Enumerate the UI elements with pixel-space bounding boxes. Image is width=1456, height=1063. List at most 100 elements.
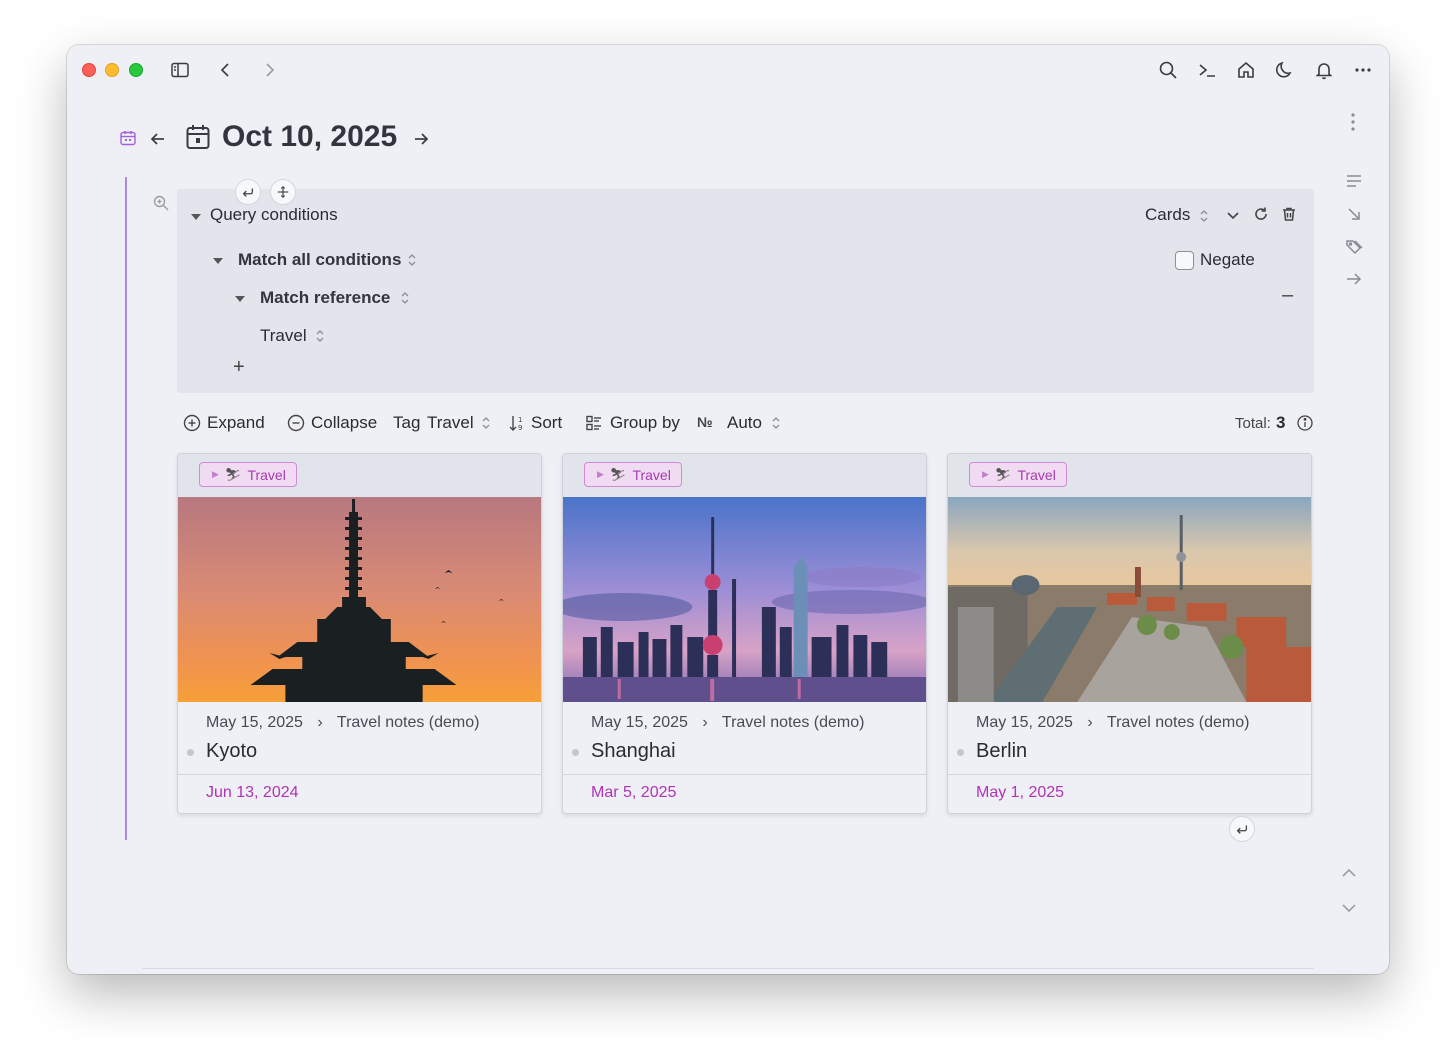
caret-right-icon: ▶ <box>597 469 604 479</box>
negate-checkbox[interactable] <box>1175 251 1194 270</box>
card-source-date[interactable]: May 15, 2025 <box>976 714 1073 731</box>
close-window-button[interactable] <box>82 63 96 77</box>
minus-circle-icon[interactable] <box>287 414 305 432</box>
total-count: 3 <box>1276 413 1286 432</box>
bottom-divider <box>142 968 1314 969</box>
kebab-icon[interactable] <box>1344 111 1362 133</box>
return-icon[interactable] <box>235 179 261 205</box>
card-date-link[interactable]: Mar 5, 2025 <box>591 784 676 802</box>
search-icon[interactable] <box>1155 57 1181 83</box>
tag-chip-label: Travel <box>632 466 671 483</box>
terminal-icon[interactable] <box>1194 57 1220 83</box>
card-date-link[interactable]: Jun 13, 2024 <box>206 784 299 802</box>
tag-icon[interactable] <box>1344 237 1364 257</box>
chevron-right-icon: › <box>702 714 708 731</box>
minimize-window-button[interactable] <box>105 63 119 77</box>
plus-circle-icon[interactable] <box>183 414 201 432</box>
view-mode-select[interactable]: Cards <box>1145 205 1190 225</box>
caret-down-icon[interactable] <box>212 254 224 266</box>
reference-value-select[interactable]: Travel <box>260 326 307 346</box>
arrow-right-icon[interactable] <box>411 129 431 149</box>
number-icon[interactable]: № <box>697 414 713 430</box>
remove-condition-button[interactable]: – <box>1282 284 1293 307</box>
card-divider <box>948 774 1311 775</box>
tag-chip[interactable]: ▶ ⛷ Travel <box>584 462 682 487</box>
card-image <box>563 497 926 702</box>
refresh-icon[interactable] <box>1253 206 1269 222</box>
skier-icon: ⛷ <box>994 466 1012 482</box>
card-kyoto[interactable]: ▶ ⛷ Travel May 15, 2025 › Travel notes (… <box>177 453 542 814</box>
card-shanghai[interactable]: ▶ ⛷ Travel May 15, 2025 › Travel notes (… <box>562 453 927 814</box>
caret-down-icon[interactable] <box>190 210 202 222</box>
tag-filter-value[interactable]: Travel <box>427 413 474 433</box>
forward-icon[interactable] <box>256 57 282 83</box>
tag-filter-prefix[interactable]: Tag <box>393 413 420 433</box>
updown-icon[interactable] <box>315 328 325 344</box>
card-breadcrumb: May 15, 2025 › Travel notes (demo) <box>976 714 1249 732</box>
chevron-up-icon[interactable] <box>1340 864 1358 882</box>
arrow-left-icon[interactable] <box>148 129 168 149</box>
calendar-icon[interactable] <box>119 129 137 147</box>
zoom-icon[interactable] <box>152 194 170 212</box>
auto-select[interactable]: Auto <box>727 413 762 433</box>
collapse-button[interactable]: Collapse <box>311 413 377 433</box>
bullet-dot[interactable] <box>572 749 579 756</box>
card-source-page[interactable]: Travel notes (demo) <box>722 714 865 731</box>
calendar-icon <box>185 123 211 151</box>
home-icon[interactable] <box>1233 57 1259 83</box>
card-source-date[interactable]: May 15, 2025 <box>206 714 303 731</box>
group-icon[interactable] <box>585 414 603 432</box>
query-conditions-label[interactable]: Query conditions <box>210 205 338 225</box>
back-icon[interactable] <box>213 57 239 83</box>
tag-chip[interactable]: ▶ ⛷ Travel <box>199 462 297 487</box>
chevron-down-icon[interactable] <box>1225 207 1241 223</box>
bullet-dot[interactable] <box>957 749 964 756</box>
updown-icon[interactable] <box>481 415 491 431</box>
updown-icon[interactable] <box>771 415 781 431</box>
chevron-down-icon[interactable] <box>1340 899 1358 917</box>
link-icon[interactable] <box>1344 269 1364 289</box>
return-icon[interactable] <box>1229 816 1255 842</box>
expand-button[interactable]: Expand <box>207 413 265 433</box>
caret-down-icon[interactable] <box>234 292 246 304</box>
app-window: Oct 10, 2025 Query conditions Cards Matc… <box>67 45 1389 974</box>
drag-icon[interactable] <box>270 179 296 205</box>
card-source-page[interactable]: Travel notes (demo) <box>1107 714 1250 731</box>
sort-button[interactable]: Sort <box>531 413 562 433</box>
group-by-button[interactable]: Group by <box>610 413 680 433</box>
card-date-link[interactable]: May 1, 2025 <box>976 784 1064 802</box>
card-image <box>178 497 541 702</box>
maximize-window-button[interactable] <box>129 63 143 77</box>
info-icon[interactable] <box>1296 414 1314 432</box>
bell-icon[interactable] <box>1311 57 1337 83</box>
add-condition-button[interactable]: + <box>233 356 245 379</box>
card-image <box>948 497 1311 702</box>
sidebar-toggle-icon[interactable] <box>167 57 193 83</box>
card-title[interactable]: Berlin <box>976 740 1027 763</box>
svg-text:9: 9 <box>518 424 522 432</box>
moon-icon[interactable] <box>1272 57 1298 83</box>
updown-icon[interactable] <box>1199 208 1209 224</box>
bullet-dot[interactable] <box>187 749 194 756</box>
chevron-right-icon: › <box>317 714 323 731</box>
more-icon[interactable] <box>1350 57 1376 83</box>
card-title[interactable]: Shanghai <box>591 740 676 763</box>
card-source-page[interactable]: Travel notes (demo) <box>337 714 480 731</box>
collapse-icon[interactable] <box>1344 204 1364 224</box>
card-header: ▶ ⛷ Travel <box>563 454 926 497</box>
negate-label: Negate <box>1200 250 1255 269</box>
match-reference-select[interactable]: Match reference <box>260 288 390 308</box>
card-title[interactable]: Kyoto <box>206 740 257 763</box>
trash-icon[interactable] <box>1281 206 1297 222</box>
updown-icon[interactable] <box>407 252 417 268</box>
updown-icon[interactable] <box>400 290 410 306</box>
match-all-select[interactable]: Match all conditions <box>238 250 401 270</box>
tag-chip[interactable]: ▶ ⛷ Travel <box>969 462 1067 487</box>
sort-icon[interactable]: 19 <box>508 414 526 432</box>
card-berlin[interactable]: ▶ ⛷ Travel May 15, 2025 › Travel notes (… <box>947 453 1312 814</box>
card-divider <box>563 774 926 775</box>
card-source-date[interactable]: May 15, 2025 <box>591 714 688 731</box>
outline-icon[interactable] <box>1344 171 1364 191</box>
chevron-right-icon: › <box>1087 714 1093 731</box>
card-breadcrumb: May 15, 2025 › Travel notes (demo) <box>206 714 479 732</box>
